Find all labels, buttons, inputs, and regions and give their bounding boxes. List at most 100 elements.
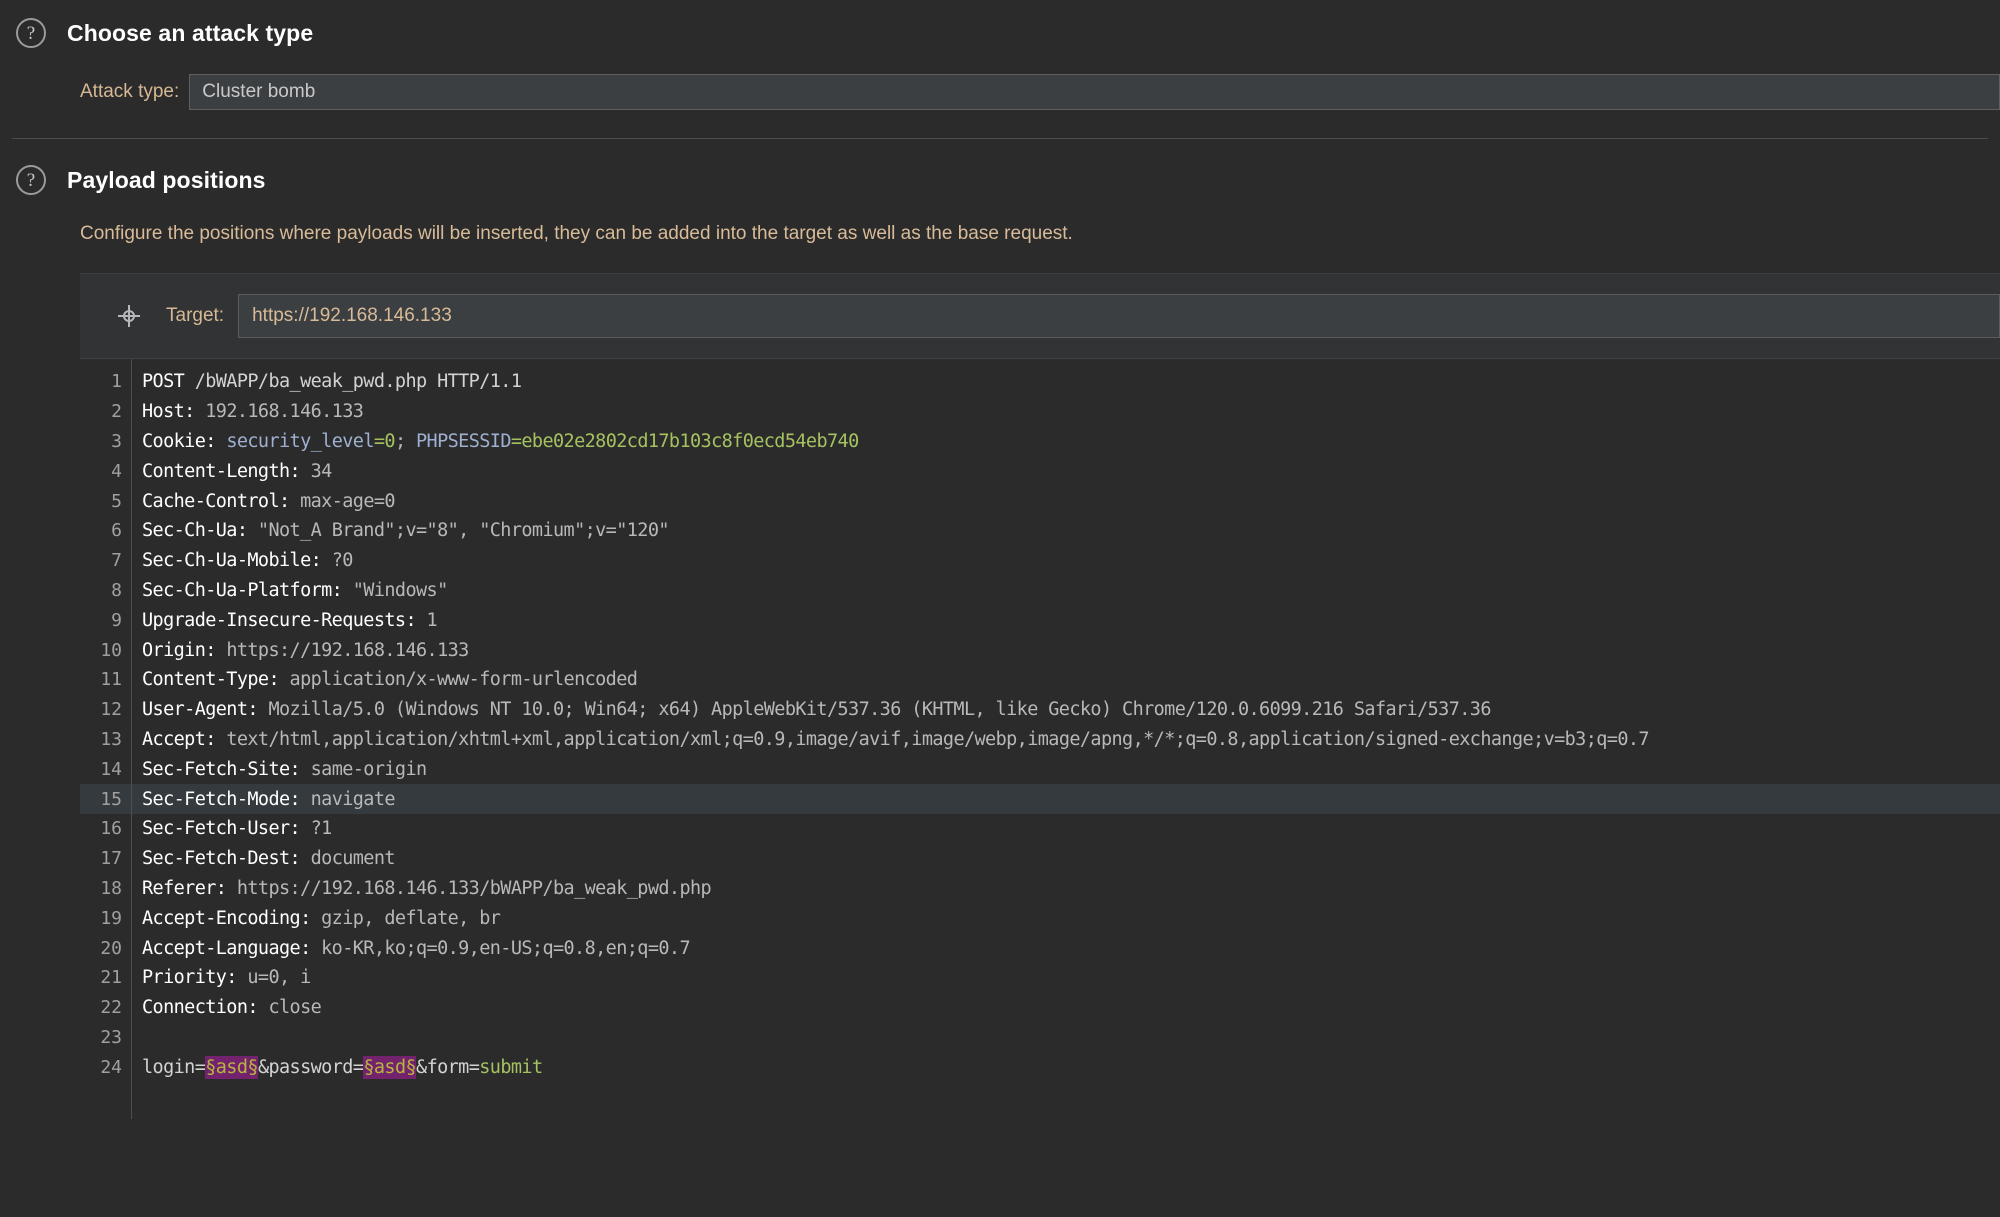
line-content: Cache-Control: max-age=0 bbox=[131, 491, 395, 512]
code-line[interactable]: 3Cookie: security_level=0; PHPSESSID=ebe… bbox=[80, 427, 2000, 457]
code-line[interactable]: 13Accept: text/html,application/xhtml+xm… bbox=[80, 725, 2000, 755]
code-token: Sec-Ch-Ua-Platform: bbox=[142, 580, 342, 601]
code-line[interactable]: 15Sec-Fetch-Mode: navigate bbox=[80, 784, 2000, 814]
gutter-separator bbox=[131, 359, 132, 1119]
payload-marker[interactable]: §asd§ bbox=[205, 1056, 258, 1079]
help-icon[interactable]: ? bbox=[16, 165, 46, 195]
code-line[interactable]: 7 Sec-Ch-Ua-Mobile: ?0 bbox=[80, 546, 2000, 576]
code-token: Accept: bbox=[142, 729, 216, 750]
code-token: Upgrade-Insecure-Requests: bbox=[142, 610, 416, 631]
code-token: Sec-Ch-Ua: bbox=[142, 520, 247, 541]
attack-type-title: Choose an attack type bbox=[67, 20, 313, 47]
crosshair-icon bbox=[118, 305, 140, 327]
line-content: Cookie: security_level=0; PHPSESSID=ebe0… bbox=[131, 431, 859, 452]
code-token: ; bbox=[395, 431, 416, 452]
line-content: Accept-Language: ko-KR,ko;q=0.9,en-US;q=… bbox=[131, 938, 690, 959]
code-token: https://192.168.146.133 bbox=[216, 640, 469, 661]
line-content: Accept: text/html,application/xhtml+xml,… bbox=[131, 729, 1649, 750]
code-line[interactable]: 16Sec-Fetch-User: ?1 bbox=[80, 814, 2000, 844]
code-token: Host: bbox=[142, 401, 195, 422]
code-line[interactable]: 24login=§asd§&password=§asd§&form=submit bbox=[80, 1052, 2000, 1082]
code-token: https://192.168.146.133/bWAPP/ba_weak_pw… bbox=[226, 878, 711, 899]
code-token: /bWAPP/ba_weak_pwd.php HTTP/1.1 bbox=[184, 371, 521, 392]
line-number: 24 bbox=[80, 1057, 131, 1078]
attack-type-header: ? Choose an attack type bbox=[0, 0, 2000, 48]
code-line[interactable]: 23 bbox=[80, 1023, 2000, 1053]
code-token: ko-KR,ko;q=0.9,en-US;q=0.8,en;q=0.7 bbox=[311, 938, 690, 959]
code-line[interactable]: 21Priority: u=0, i bbox=[80, 963, 2000, 993]
payload-marker[interactable]: §asd§ bbox=[363, 1056, 416, 1079]
code-line[interactable]: 11Content-Type: application/x-www-form-u… bbox=[80, 665, 2000, 695]
code-line[interactable]: 19Accept-Encoding: gzip, deflate, br bbox=[80, 903, 2000, 933]
code-line[interactable]: 12User-Agent: Mozilla/5.0 (Windows NT 10… bbox=[80, 695, 2000, 725]
code-token: navigate bbox=[300, 789, 395, 810]
code-token: Content-Length: bbox=[142, 461, 300, 482]
line-content: Accept-Encoding: gzip, deflate, br bbox=[131, 908, 500, 929]
payload-positions-header: ? Payload positions bbox=[0, 139, 2000, 195]
code-token: ?0 bbox=[321, 550, 353, 571]
attack-type-value: Cluster bomb bbox=[202, 81, 315, 103]
line-content: Sec-Fetch-User: ?1 bbox=[131, 818, 332, 839]
payload-positions-description: Configure the positions where payloads w… bbox=[0, 223, 2000, 245]
attack-type-section: ? Choose an attack type Attack type: Clu… bbox=[0, 0, 2000, 110]
line-number: 17 bbox=[80, 848, 131, 869]
code-token: application/x-www-form-urlencoded bbox=[279, 669, 637, 690]
code-line[interactable]: 4Content-Length: 34 bbox=[80, 456, 2000, 486]
code-token: &form= bbox=[416, 1057, 479, 1078]
code-token: close bbox=[258, 997, 321, 1018]
line-content: Sec-Ch-Ua-Platform: "Windows" bbox=[131, 580, 448, 601]
request-lines: 1POST /bWAPP/ba_weak_pwd.php HTTP/1.12Ho… bbox=[80, 359, 2000, 1082]
line-number: 19 bbox=[80, 908, 131, 929]
code-token: gzip, deflate, br bbox=[311, 908, 501, 929]
code-line[interactable]: 18Referer: https://192.168.146.133/bWAPP… bbox=[80, 874, 2000, 904]
code-line[interactable]: 2Host: 192.168.146.133 bbox=[80, 397, 2000, 427]
code-token: Sec-Fetch-User: bbox=[142, 818, 300, 839]
line-number: 8 bbox=[80, 580, 131, 601]
code-token: text/html,application/xhtml+xml,applicat… bbox=[216, 729, 1649, 750]
line-number: 6 bbox=[80, 520, 131, 541]
code-line[interactable]: 9Upgrade-Insecure-Requests: 1 bbox=[80, 605, 2000, 635]
code-line[interactable]: 5Cache-Control: max-age=0 bbox=[80, 486, 2000, 516]
line-content: Sec-Fetch-Site: same-origin bbox=[131, 759, 427, 780]
line-number: 15 bbox=[80, 789, 131, 810]
line-number: 7 bbox=[80, 550, 131, 571]
attack-type-select[interactable]: Cluster bomb bbox=[189, 74, 2000, 110]
attack-type-label: Attack type: bbox=[80, 81, 179, 103]
code-line[interactable]: 20Accept-Language: ko-KR,ko;q=0.9,en-US;… bbox=[80, 933, 2000, 963]
code-token: "Not_A Brand";v="8", "Chromium";v="120" bbox=[247, 520, 669, 541]
target-label: Target: bbox=[166, 305, 224, 327]
line-content: login=§asd§&password=§asd§&form=submit bbox=[131, 1057, 543, 1078]
line-number: 11 bbox=[80, 669, 131, 690]
code-token: 192.168.146.133 bbox=[195, 401, 364, 422]
code-token: Sec-Fetch-Site: bbox=[142, 759, 300, 780]
code-token: ?1 bbox=[300, 818, 332, 839]
code-token: =0 bbox=[374, 431, 395, 452]
code-token: u=0, i bbox=[237, 967, 311, 988]
line-number: 9 bbox=[80, 610, 131, 631]
target-input[interactable]: https://192.168.146.133 bbox=[238, 294, 2000, 338]
target-value: https://192.168.146.133 bbox=[252, 305, 452, 327]
code-token: Accept-Language: bbox=[142, 938, 311, 959]
line-content: Origin: https://192.168.146.133 bbox=[131, 640, 469, 661]
line-number: 22 bbox=[80, 997, 131, 1018]
code-token: Origin: bbox=[142, 640, 216, 661]
code-line[interactable]: 6Sec-Ch-Ua: "Not_A Brand";v="8", "Chromi… bbox=[80, 516, 2000, 546]
line-number: 14 bbox=[80, 759, 131, 780]
help-icon[interactable]: ? bbox=[16, 18, 46, 48]
code-token: Mozilla/5.0 (Windows NT 10.0; Win64; x64… bbox=[258, 699, 1491, 720]
code-line[interactable]: 10Origin: https://192.168.146.133 bbox=[80, 635, 2000, 665]
line-content: Sec-Fetch-Dest: document bbox=[131, 848, 395, 869]
code-line[interactable]: 22 Connection: close bbox=[80, 993, 2000, 1023]
code-line[interactable]: 1POST /bWAPP/ba_weak_pwd.php HTTP/1.1 bbox=[80, 367, 2000, 397]
line-content: Content-Type: application/x-www-form-url… bbox=[131, 669, 637, 690]
code-token: Cache-Control: bbox=[142, 491, 290, 512]
code-token: Sec-Ch-Ua-Mobile: bbox=[142, 550, 321, 571]
code-token: Connection: bbox=[142, 997, 258, 1018]
code-line[interactable]: 8Sec-Ch-Ua-Platform: "Windows" bbox=[80, 576, 2000, 606]
line-content: Upgrade-Insecure-Requests: 1 bbox=[131, 610, 437, 631]
code-line[interactable]: 14Sec-Fetch-Site: same-origin bbox=[80, 754, 2000, 784]
line-content: Sec-Ch-Ua: "Not_A Brand";v="8", "Chromiu… bbox=[131, 520, 669, 541]
request-code-editor[interactable]: 1POST /bWAPP/ba_weak_pwd.php HTTP/1.12Ho… bbox=[80, 358, 2000, 1119]
code-token: max-age=0 bbox=[290, 491, 395, 512]
code-line[interactable]: 17Sec-Fetch-Dest: document bbox=[80, 844, 2000, 874]
